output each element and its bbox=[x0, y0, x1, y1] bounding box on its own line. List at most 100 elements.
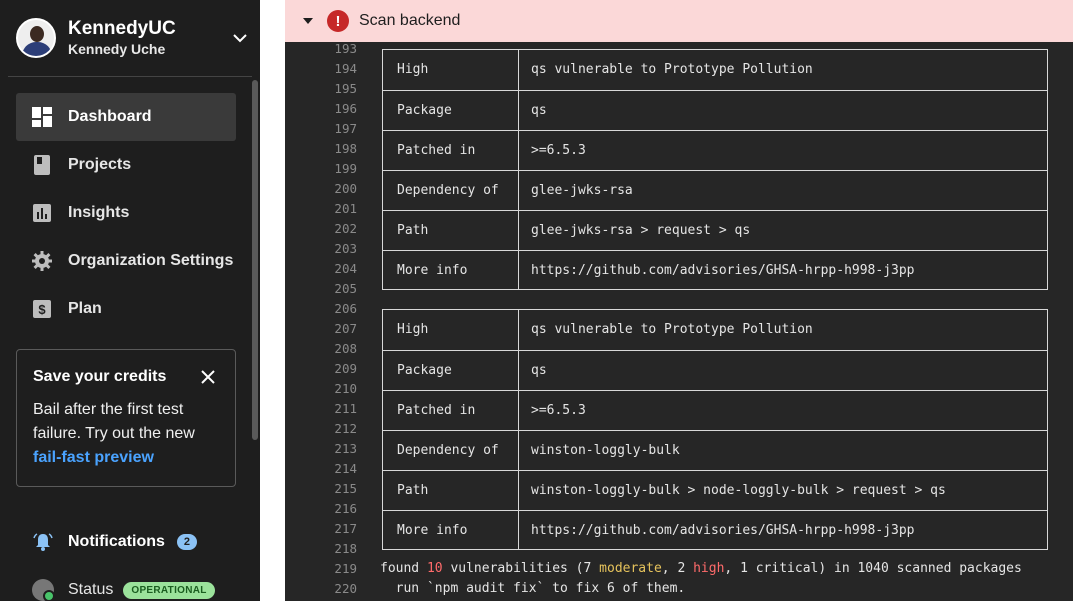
table-value: winston-loggly-bulk > node-loggly-bulk >… bbox=[531, 483, 946, 498]
promo-card: Save your credits Bail after the first t… bbox=[16, 349, 236, 487]
table-key: Patched in bbox=[397, 403, 476, 418]
user-switcher[interactable]: KennedyUC Kennedy Uche bbox=[16, 16, 252, 60]
line-number: 219 bbox=[334, 561, 357, 576]
summary-mid3: , 1 critical) in 1040 scanned packages bbox=[724, 561, 1022, 576]
table-row: Patched in >=6.5.3 bbox=[383, 130, 1047, 170]
line-number: 207 bbox=[334, 321, 357, 336]
sidebar-item-plan[interactable]: $ Plan bbox=[16, 285, 236, 333]
table-key: More info bbox=[397, 263, 468, 278]
close-icon[interactable] bbox=[201, 370, 217, 386]
sidebar-item-label: Organization Settings bbox=[68, 252, 234, 269]
summary-line: found 10 vulnerabilities (7 moderate, 2 … bbox=[380, 559, 1073, 579]
promo-title: Save your credits bbox=[33, 368, 167, 385]
bell-icon bbox=[32, 531, 54, 553]
line-number: 210 bbox=[334, 381, 357, 396]
book-icon bbox=[32, 155, 52, 175]
sidebar-item-label: Insights bbox=[68, 204, 130, 221]
line-number: 197 bbox=[334, 121, 357, 136]
line-number: 205 bbox=[334, 281, 357, 296]
caret-down-icon[interactable] bbox=[303, 15, 315, 27]
status-item[interactable]: Status OPERATIONAL bbox=[32, 578, 215, 601]
table-row: Package qs bbox=[383, 350, 1047, 390]
status-badge: OPERATIONAL bbox=[123, 581, 215, 599]
sidebar-item-label: Projects bbox=[68, 156, 132, 173]
table-key: Patched in bbox=[397, 143, 476, 158]
summary-mid1: vulnerabilities (7 bbox=[442, 561, 600, 576]
line-number: 199 bbox=[334, 161, 357, 176]
avatar bbox=[16, 18, 56, 58]
table-value: https://github.com/advisories/GHSA-hrpp-… bbox=[531, 263, 915, 278]
chevron-down-icon[interactable] bbox=[228, 26, 252, 50]
table-key: Path bbox=[397, 483, 429, 498]
table-value: qs bbox=[531, 103, 547, 118]
sidebar: KennedyUC Kennedy Uche Dashboard Project… bbox=[0, 0, 260, 601]
summary-mid2: , 2 bbox=[661, 561, 694, 576]
line-number: 211 bbox=[334, 401, 357, 416]
notifications-count-badge: 2 bbox=[176, 534, 198, 550]
divider bbox=[8, 76, 252, 77]
sidebar-item-insights[interactable]: Insights bbox=[16, 189, 236, 237]
line-number: 201 bbox=[334, 201, 357, 216]
table-value: qs bbox=[531, 363, 547, 378]
summary-high: high bbox=[693, 561, 725, 576]
table-value: >=6.5.3 bbox=[531, 143, 586, 158]
line-number: 194 bbox=[334, 61, 357, 76]
dollar-icon: $ bbox=[32, 299, 52, 319]
line-number: 193 bbox=[334, 42, 357, 56]
line-number: 203 bbox=[334, 241, 357, 256]
sidebar-item-projects[interactable]: Projects bbox=[16, 141, 236, 189]
notifications-label: Notifications bbox=[68, 533, 165, 550]
table-value: >=6.5.3 bbox=[531, 403, 586, 418]
table-key: Package bbox=[397, 103, 452, 118]
table-value: glee-jwks-rsa bbox=[531, 183, 633, 198]
promo-body: Bail after the first test failure. Try o… bbox=[33, 401, 195, 442]
log-output[interactable]: 193 194 195 196 197 198 199 200 201 202 203 204 205 2… bbox=[285, 42, 1073, 601]
sidebar-item-organization-settings[interactable]: Organization Settings bbox=[16, 237, 236, 285]
table-row: High qs vulnerable to Prototype Pollution bbox=[383, 310, 1047, 350]
sidebar-scrollbar[interactable] bbox=[252, 80, 258, 440]
table-key: High bbox=[397, 322, 429, 337]
line-number: 202 bbox=[334, 221, 357, 236]
table-value: qs vulnerable to Prototype Pollution bbox=[531, 62, 813, 77]
summary-moderate: moderate bbox=[599, 561, 662, 576]
summary-pre: found bbox=[380, 561, 427, 576]
table-row: High qs vulnerable to Prototype Pollution bbox=[383, 50, 1047, 90]
job-header[interactable]: ! Scan backend bbox=[285, 0, 1073, 42]
table-value: qs vulnerable to Prototype Pollution bbox=[531, 322, 813, 337]
notifications-item[interactable]: Notifications 2 bbox=[32, 530, 198, 554]
dashboard-icon bbox=[32, 107, 52, 127]
gear-icon bbox=[32, 251, 52, 271]
chart-icon bbox=[32, 203, 52, 223]
table-row: Dependency of winston-loggly-bulk bbox=[383, 430, 1047, 470]
line-number: 214 bbox=[334, 461, 357, 476]
line-number: 215 bbox=[334, 481, 357, 496]
fail-fast-link[interactable]: fail-fast preview bbox=[33, 449, 154, 466]
table-row: Path glee-jwks-rsa > request > qs bbox=[383, 210, 1047, 250]
table-row: More info https://github.com/advisories/G… bbox=[383, 250, 1047, 290]
user-subname: Kennedy Uche bbox=[68, 41, 166, 57]
line-number: 216 bbox=[334, 501, 357, 516]
line-number: 196 bbox=[334, 101, 357, 116]
line-number: 212 bbox=[334, 421, 357, 436]
line-number: 204 bbox=[334, 261, 357, 276]
line-number: 220 bbox=[334, 581, 357, 596]
table-value: https://github.com/advisories/GHSA-hrpp-… bbox=[531, 523, 915, 538]
table-key: Dependency of bbox=[397, 443, 499, 458]
line-number: 217 bbox=[334, 521, 357, 536]
summary-count: 10 bbox=[426, 561, 443, 576]
line-number: 218 bbox=[334, 541, 357, 556]
sidebar-item-dashboard[interactable]: Dashboard bbox=[16, 93, 236, 141]
status-label: Status bbox=[68, 581, 114, 598]
gutter bbox=[260, 0, 285, 601]
table-key: Dependency of bbox=[397, 183, 499, 198]
job-title: Scan backend bbox=[359, 12, 461, 29]
table-row: Path winston-loggly-bulk > node-loggly-bu… bbox=[383, 470, 1047, 510]
line-number: 198 bbox=[334, 141, 357, 156]
table-key: Package bbox=[397, 363, 452, 378]
advisory-table: High qs vulnerable to Prototype Pollution… bbox=[382, 309, 1048, 550]
line-number: 195 bbox=[334, 81, 357, 96]
line-number: 206 bbox=[334, 301, 357, 316]
error-icon: ! bbox=[327, 10, 349, 32]
line-number: 209 bbox=[334, 361, 357, 376]
line-number: 213 bbox=[334, 441, 357, 456]
